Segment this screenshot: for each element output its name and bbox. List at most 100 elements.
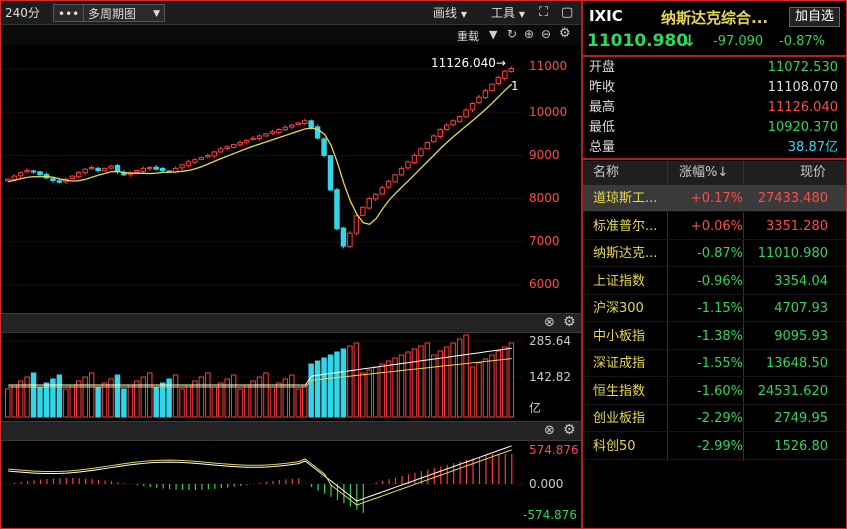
- volume-bar: [37, 386, 43, 418]
- draw-line-label: 画线: [433, 6, 458, 20]
- volume-bar: [198, 376, 205, 418]
- volume-bar: [508, 342, 515, 418]
- volume-bar: [11, 384, 17, 418]
- index-row[interactable]: 上证指数 -0.96% 3354.04: [583, 268, 846, 295]
- candle: [321, 138, 327, 156]
- close-icon[interactable]: ⊗: [544, 315, 555, 330]
- volume-bar: [218, 382, 224, 418]
- settings-icon[interactable]: ⚙: [559, 26, 571, 41]
- index-row[interactable]: 创业板指 -2.29% 2749.95: [583, 405, 846, 432]
- candle: [50, 178, 56, 181]
- index-name: 上证指数: [593, 273, 646, 289]
- chevron-down-icon[interactable]: ▼: [489, 28, 497, 41]
- index-row[interactable]: 道琼斯工... +0.17% 27433.480: [583, 185, 846, 212]
- index-row[interactable]: 深证成指 -1.55% 13648.50: [583, 350, 846, 377]
- candlestick-chart[interactable]: [1, 45, 581, 313]
- candle: [437, 128, 443, 137]
- volume-bar: [366, 369, 372, 418]
- candle: [5, 178, 11, 182]
- more-button[interactable]: •••: [53, 4, 85, 22]
- index-row[interactable]: 中小板指 -1.38% 9095.93: [583, 323, 846, 350]
- price-change-pct: -0.87%: [779, 34, 825, 49]
- volume-bar: [101, 382, 108, 418]
- remove-icon[interactable]: ⊖: [541, 27, 551, 41]
- volume-bar: [495, 350, 502, 418]
- volume-bar: [469, 366, 476, 418]
- volume-bar: [243, 384, 250, 418]
- multi-period-label: 多周期图: [88, 7, 137, 21]
- index-row[interactable]: 科创50 -2.99% 1526.80: [583, 433, 846, 460]
- quote-value: 11126.040: [767, 100, 838, 115]
- candle: [463, 109, 469, 118]
- volume-bar: [147, 372, 153, 418]
- index-change-pct: +0.06%: [690, 218, 743, 234]
- volume-bar: [237, 388, 243, 418]
- volume-bar: [76, 380, 82, 418]
- index-change-pct: -1.38%: [697, 328, 743, 344]
- volume-bar: [431, 354, 437, 418]
- settings-icon[interactable]: ⚙: [563, 422, 576, 438]
- quote-value: 38.87亿: [787, 140, 838, 155]
- candle: [224, 146, 230, 149]
- volume-bar: [153, 386, 159, 418]
- price-change: -97.090: [713, 34, 764, 49]
- header-name[interactable]: 名称: [593, 161, 619, 185]
- index-change-pct: -2.29%: [697, 411, 743, 426]
- candle: [431, 135, 437, 143]
- volume-bar: [17, 380, 24, 418]
- divider: [583, 55, 846, 57]
- candle: [502, 70, 508, 79]
- header-change-pct[interactable]: 涨幅%↓: [679, 161, 728, 185]
- candle: [282, 126, 289, 131]
- index-price: 1526.80: [774, 438, 828, 454]
- volume-bar: [263, 372, 269, 418]
- volume-tick: 285.64: [529, 334, 571, 348]
- volume-chart[interactable]: [1, 333, 581, 421]
- volume-bar: [269, 386, 276, 418]
- header-price[interactable]: 现价: [800, 161, 826, 185]
- index-row[interactable]: 标准普尔... +0.06% 3351.280: [583, 213, 846, 240]
- volume-bar: [256, 376, 263, 418]
- candle: [327, 155, 334, 191]
- index-price: 3351.280: [765, 218, 828, 234]
- macd-chart[interactable]: [1, 441, 581, 529]
- volume-bar: [5, 388, 11, 418]
- settings-icon[interactable]: ⚙: [563, 314, 576, 330]
- candle: [469, 103, 476, 111]
- draw-line-menu[interactable]: 画线 ▼: [433, 4, 467, 22]
- volume-bar: [30, 372, 37, 418]
- volume-bar: [205, 372, 211, 418]
- volume-bar: [172, 374, 179, 418]
- close-icon[interactable]: ⊗: [544, 423, 555, 438]
- reset-button[interactable]: 重载: [457, 28, 479, 44]
- volume-bar: [301, 384, 308, 418]
- volume-bar: [121, 388, 127, 418]
- volume-bar: [327, 354, 334, 418]
- add-watchlist-button[interactable]: 加自选: [789, 7, 841, 27]
- volume-bar: [347, 345, 353, 418]
- candle: [30, 170, 37, 173]
- candle: [489, 83, 495, 92]
- candle: [347, 232, 353, 248]
- volume-bar: [211, 386, 218, 418]
- add-icon[interactable]: ⊕: [524, 27, 534, 41]
- quote-label: 最高: [589, 100, 616, 115]
- index-row[interactable]: 沪深300 -1.15% 4707.93: [583, 295, 846, 322]
- volume-bar: [334, 351, 340, 418]
- candle: [198, 157, 205, 160]
- price-tick: 7000: [529, 234, 560, 248]
- tools-menu[interactable]: 工具 ▼: [491, 4, 525, 22]
- candle: [230, 144, 237, 149]
- marker-number: 1: [511, 79, 519, 93]
- volume-bar: [476, 362, 482, 418]
- expand-icon[interactable]: ⛶: [539, 4, 548, 22]
- volume-bar: [489, 354, 495, 418]
- index-row[interactable]: 纳斯达克... -0.87% 11010.980: [583, 240, 846, 267]
- high-marker: 11126.040→: [431, 56, 506, 70]
- multi-period-dropdown[interactable]: 多周期图 ▼: [83, 4, 165, 22]
- fullscreen-icon[interactable]: ▢: [561, 4, 573, 22]
- period-selector[interactable]: 240分: [5, 4, 40, 22]
- refresh-icon[interactable]: ↻: [507, 27, 517, 41]
- candle: [392, 174, 398, 183]
- index-row[interactable]: 恒生指数 -1.60% 24531.620: [583, 378, 846, 405]
